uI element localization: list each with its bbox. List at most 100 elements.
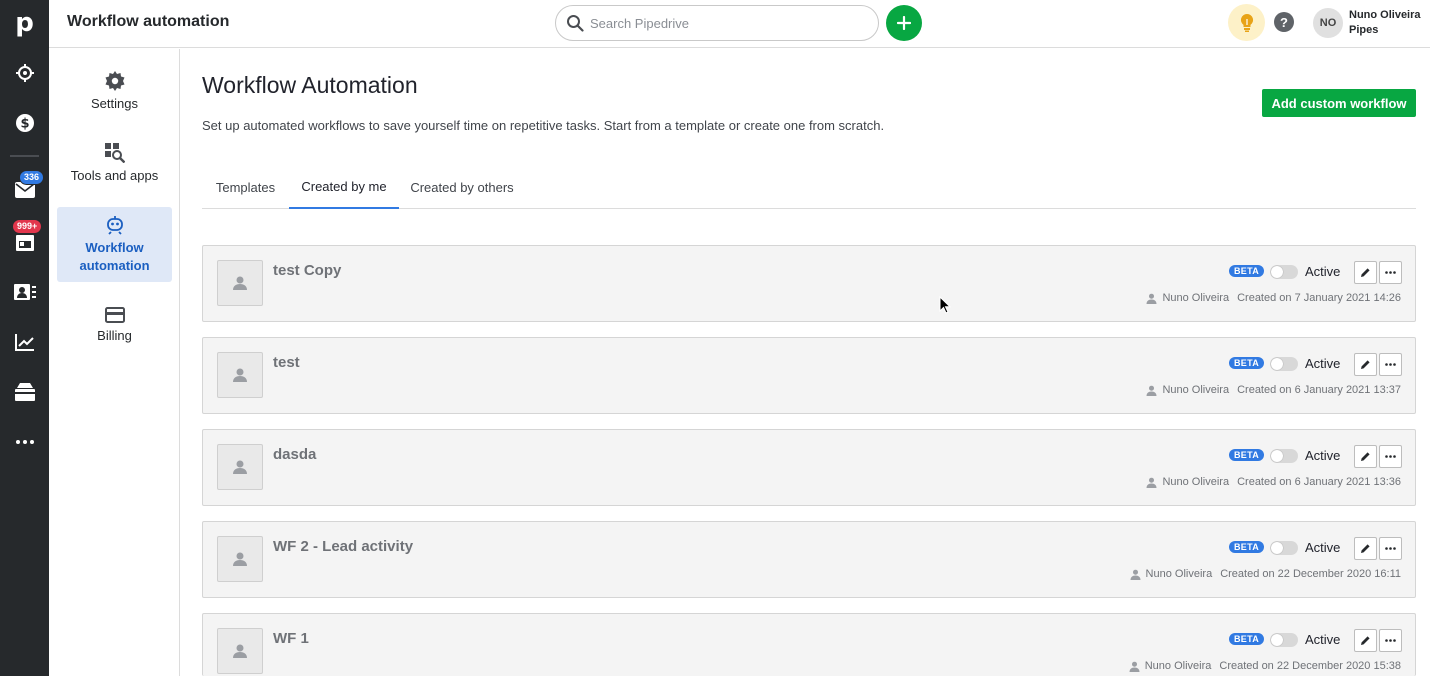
edit-button[interactable]: [1354, 353, 1377, 376]
search-placeholder: Search Pipedrive: [590, 15, 689, 31]
beta-badge: BETA: [1229, 633, 1265, 645]
person-icon: [233, 644, 247, 658]
workflow-owner: Nuno Oliveira: [1162, 292, 1230, 304]
add-custom-workflow-button[interactable]: Add custom workflow: [1262, 89, 1416, 117]
target-icon: [15, 64, 34, 82]
workflow-card[interactable]: test Copy BETA Active Nuno Oliveira Crea…: [202, 245, 1416, 322]
contacts-nav-item[interactable]: [0, 272, 49, 312]
user-icon: [1146, 385, 1157, 396]
chart-line-icon: [14, 334, 34, 351]
active-toggle[interactable]: [1270, 633, 1298, 647]
beta-badge: BETA: [1229, 541, 1265, 553]
products-nav-item[interactable]: [0, 372, 49, 412]
svg-text:$: $: [20, 117, 29, 132]
robot-icon: [106, 215, 123, 235]
calendar-icon: [15, 235, 34, 251]
sidebar-item-settings[interactable]: Settings: [57, 63, 172, 121]
active-toggle[interactable]: [1270, 449, 1298, 463]
active-label: Active: [1305, 356, 1341, 371]
pencil-icon: [1361, 268, 1370, 277]
user-icon: [1130, 569, 1141, 580]
active-toggle[interactable]: [1270, 357, 1298, 371]
workflow-name[interactable]: WF 2 - Lead activity: [273, 538, 413, 555]
mail-nav-item[interactable]: 336: [0, 170, 49, 210]
gear-icon: [105, 71, 124, 91]
user-avatar[interactable]: NO: [1313, 8, 1343, 38]
tips-button[interactable]: [1228, 4, 1265, 41]
edit-button[interactable]: [1354, 261, 1377, 284]
sidebar-item-label: Billing: [97, 328, 132, 343]
credit-card-icon: [104, 307, 125, 323]
active-label: Active: [1305, 264, 1341, 279]
pipedrive-logo[interactable]: p: [0, 0, 49, 46]
workflow-card[interactable]: WF 2 - Lead activity BETA Active Nuno Ol…: [202, 521, 1416, 598]
person-icon: [233, 552, 247, 566]
tab-created-by-others[interactable]: Created by others: [399, 165, 525, 209]
edit-button[interactable]: [1354, 629, 1377, 652]
search-input[interactable]: Search Pipedrive: [555, 5, 879, 41]
insights-nav-item[interactable]: [0, 322, 49, 362]
page-description: Set up automated workflows to save yours…: [202, 118, 885, 133]
lightbulb-icon: [1240, 13, 1253, 32]
more-actions-button[interactable]: [1379, 629, 1402, 652]
workflow-meta: Nuno Oliveira Created on 6 January 2021 …: [1146, 384, 1401, 396]
workflow-meta: Nuno Oliveira Created on 6 January 2021 …: [1146, 476, 1401, 488]
beta-badge: BETA: [1229, 357, 1265, 369]
workflow-name[interactable]: test: [273, 354, 300, 371]
workflow-tabs: Templates Created by me Created by other…: [202, 165, 1416, 209]
workflow-owner: Nuno Oliveira: [1144, 660, 1212, 672]
person-icon: [233, 460, 247, 474]
active-label: Active: [1305, 448, 1341, 463]
sidebar-item-billing[interactable]: Billing: [57, 297, 172, 355]
more-actions-button[interactable]: [1379, 537, 1402, 560]
workflow-name[interactable]: test Copy: [273, 262, 341, 279]
workflow-card[interactable]: WF 1 BETA Active Nuno Oliveira Created o…: [202, 613, 1416, 676]
quick-add-button[interactable]: [886, 5, 922, 41]
activities-nav-item[interactable]: 999+: [0, 219, 49, 262]
pencil-icon: [1361, 360, 1370, 369]
main-nav-rail: p $ 336 999+: [0, 0, 49, 676]
rail-divider: [10, 155, 39, 157]
settings-sidebar: Settings Tools and apps Workflow automat…: [49, 49, 180, 676]
person-icon: [233, 368, 247, 382]
contacts-icon: [13, 284, 36, 300]
edit-button[interactable]: [1354, 537, 1377, 560]
tab-templates[interactable]: Templates: [202, 165, 289, 209]
workflow-created-date: Created on 6 January 2021 13:37: [1237, 384, 1401, 396]
tools-icon: [104, 143, 125, 163]
sidebar-item-tools-and-apps[interactable]: Tools and apps: [57, 135, 172, 193]
workflow-meta: Nuno Oliveira Created on 7 January 2021 …: [1146, 292, 1401, 304]
user-icon: [1146, 293, 1157, 304]
active-toggle[interactable]: [1270, 265, 1298, 279]
workflow-card[interactable]: dasda BETA Active Nuno Oliveira Created …: [202, 429, 1416, 506]
more-actions-button[interactable]: [1379, 353, 1402, 376]
workflow-name[interactable]: dasda: [273, 446, 316, 463]
beta-badge: BETA: [1229, 449, 1265, 461]
workflow-card[interactable]: test BETA Active Nuno Oliveira Created o…: [202, 337, 1416, 414]
ellipsis-icon: [1385, 363, 1396, 366]
help-button[interactable]: ?: [1274, 12, 1294, 32]
top-header: Workflow automation Search Pipedrive ? N…: [49, 0, 1430, 48]
more-nav-item[interactable]: [0, 422, 49, 462]
edit-button[interactable]: [1354, 445, 1377, 468]
sidebar-item-workflow-automation[interactable]: Workflow automation: [57, 207, 172, 282]
workflow-meta: Nuno Oliveira Created on 22 December 202…: [1129, 660, 1401, 672]
mail-count-badge: 336: [19, 170, 45, 185]
sidebar-item-label: Settings: [91, 96, 138, 111]
workflow-thumbnail: [217, 260, 263, 306]
active-toggle[interactable]: [1270, 541, 1298, 555]
sidebar-item-label: Tools and apps: [70, 168, 159, 183]
more-actions-button[interactable]: [1379, 445, 1402, 468]
ellipsis-icon: [1385, 639, 1396, 642]
tab-created-by-me[interactable]: Created by me: [289, 165, 399, 209]
workflow-owner: Nuno Oliveira: [1145, 568, 1213, 580]
leads-nav-item[interactable]: [0, 53, 49, 93]
company-name: Pipes: [1349, 24, 1379, 36]
sidebar-item-label: Workflow automation: [79, 239, 150, 273]
user-name[interactable]: Nuno Oliveira: [1349, 9, 1421, 21]
workflow-thumbnail: [217, 444, 263, 490]
deals-nav-item[interactable]: $: [0, 103, 49, 143]
workflow-name[interactable]: WF 1: [273, 630, 309, 647]
more-actions-button[interactable]: [1379, 261, 1402, 284]
ellipsis-icon: [15, 440, 34, 444]
